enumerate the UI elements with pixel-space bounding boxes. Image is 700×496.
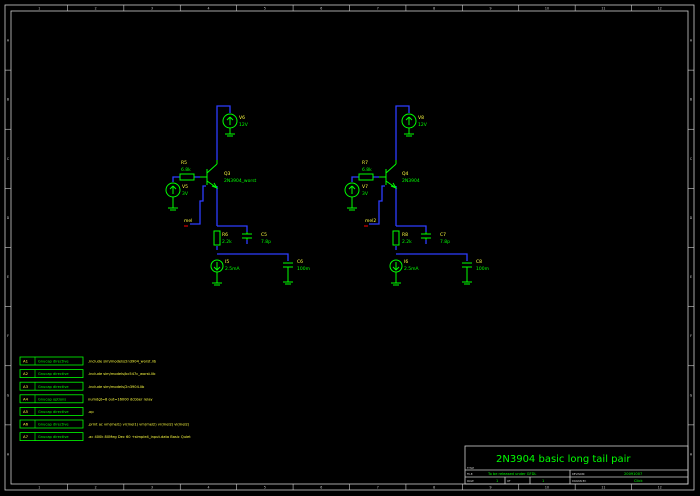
of-label: OF (507, 479, 511, 483)
q3-ref: Q3 (224, 171, 231, 177)
q3-value: 2N3904_worst (224, 178, 257, 184)
frame-row-letter: E (7, 275, 9, 279)
frame-col-number: 6 (320, 486, 322, 490)
frame-col-number: 4 (207, 486, 209, 490)
frame-col-number: 11 (601, 7, 605, 11)
frame-row-letter: B (690, 98, 692, 102)
frame-col-number: 3 (151, 7, 153, 11)
v6-ref: V6 (239, 115, 245, 121)
directive-text: .ac 400k 80Meg Dec 60 +simple4_input.dat… (88, 435, 191, 439)
directive-id: A5 (23, 409, 29, 414)
frame-row-letter: F (690, 334, 692, 338)
directive-text: .print ac vm(mel1) vr(mel1) vm(mel2) vr(… (88, 423, 190, 427)
frame-row-letter: B (7, 98, 9, 102)
directive-text: numdgt=8 out=16000 dcbber relay (88, 397, 153, 401)
frame-col-number: 1 (38, 7, 40, 11)
file-label: FILE: (467, 472, 473, 476)
c5-ref: C5 (261, 232, 267, 238)
directive-text: .include sim/models/bc547c_worst.lib (88, 372, 156, 376)
frame-col-number: 9 (490, 7, 492, 11)
directive-text: .op (88, 410, 94, 414)
net-label-mel2: mel2 (365, 218, 376, 224)
v5-ref: V5 (182, 184, 188, 190)
directive-text: .include sim/models/2n3904_worst.lib (88, 360, 157, 364)
i6-ref: I6 (404, 259, 408, 265)
frame-col-number: 12 (658, 486, 662, 490)
r7-value: 6.8k (362, 167, 372, 173)
v7-value: 3V (362, 191, 369, 197)
directive-id: A4 (23, 396, 29, 401)
frame-col-number: 5 (264, 486, 266, 490)
r5-ref: R5 (181, 160, 187, 166)
of-value: 1 (542, 479, 544, 483)
drawn-by-label: DRAWN BY: (572, 479, 587, 483)
revision-label: REVISION: (572, 472, 585, 476)
directive-id: A3 (23, 384, 29, 389)
c6-value: 100m (297, 266, 310, 272)
frame-col-number: 5 (264, 7, 266, 11)
c8-ref: C8 (476, 259, 482, 265)
frame-col-number: 10 (545, 7, 549, 11)
c5-value: 7.8p (261, 239, 271, 245)
frame-col-number: 10 (545, 486, 549, 490)
directive-type: Gnucap directive (38, 360, 69, 364)
r7-ref: R7 (362, 160, 368, 166)
frame-col-number: 8 (433, 486, 435, 490)
frame-col-number: 8 (433, 7, 435, 11)
frame-col-number: 3 (151, 486, 153, 490)
page-label: PAGE (467, 479, 474, 483)
drawing-title: 2N3904 basic long tail pair (496, 454, 631, 465)
frame-col-number: 12 (658, 7, 662, 11)
frame-col-number: 2 (95, 486, 97, 490)
c8-value: 100m (476, 266, 489, 272)
v8-ref: V8 (418, 115, 424, 121)
r5-value: 6.8k (181, 167, 191, 173)
v6-value: 12V (239, 122, 249, 128)
directive-type: Gnucap directive (38, 385, 69, 389)
frame-col-number: 1 (38, 486, 40, 490)
revision-value: 20091007 (624, 472, 642, 476)
directive-id: A7 (23, 434, 29, 439)
q4-ref: Q4 (402, 171, 409, 177)
frame-col-number: 7 (377, 486, 379, 490)
title-label: TITLE (467, 466, 474, 470)
r6-value: 2.2k (222, 239, 232, 245)
i5-ref: I5 (225, 259, 229, 265)
directive-id: A1 (23, 359, 29, 364)
i6-value: 2.5mA (404, 266, 420, 272)
r6-ref: R6 (222, 232, 228, 238)
net-label-mel: mel (184, 218, 192, 224)
frame-col-number: 4 (207, 7, 209, 11)
directive-type: Gnucap directive (38, 410, 69, 414)
r8-ref: R8 (402, 232, 408, 238)
directive-id: A2 (23, 371, 29, 376)
directive-type: Gnucap directive (38, 372, 69, 376)
v5-value: 3V (182, 191, 189, 197)
c7-value: 7.8p (440, 239, 450, 245)
r8-value: 2.2k (402, 239, 412, 245)
q4-value: 2N3904 (402, 178, 420, 184)
c6-ref: C6 (297, 259, 303, 265)
drawn-by-value: Click (634, 479, 643, 483)
frame-col-number: 9 (490, 486, 492, 490)
directive-type: Gnucap directive (38, 423, 69, 427)
frame-col-number: 6 (320, 7, 322, 11)
v8-value: 12V (418, 122, 428, 128)
directive-type: Gnucap directive (38, 435, 69, 439)
v7-ref: V7 (362, 184, 368, 190)
frame-col-number: 7 (377, 7, 379, 11)
directive-type: Gnucap options (38, 397, 66, 401)
frame-row-letter: E (690, 275, 692, 279)
directive-text: .include sim/models/2n3904.lib (88, 385, 145, 389)
c7-ref: C7 (440, 232, 446, 238)
frame-col-number: 2 (95, 7, 97, 11)
schematic-sheet[interactable]: 112233445566778899101011111212A AB BC CD DE E… (0, 0, 700, 496)
i5-value: 2.5mA (225, 266, 241, 272)
frame-row-letter: F (7, 334, 9, 338)
page-value: 1 (496, 479, 498, 483)
directive-id: A6 (23, 422, 29, 427)
file-value: To be released under GFDL (487, 472, 536, 476)
frame-col-number: 11 (601, 486, 605, 490)
